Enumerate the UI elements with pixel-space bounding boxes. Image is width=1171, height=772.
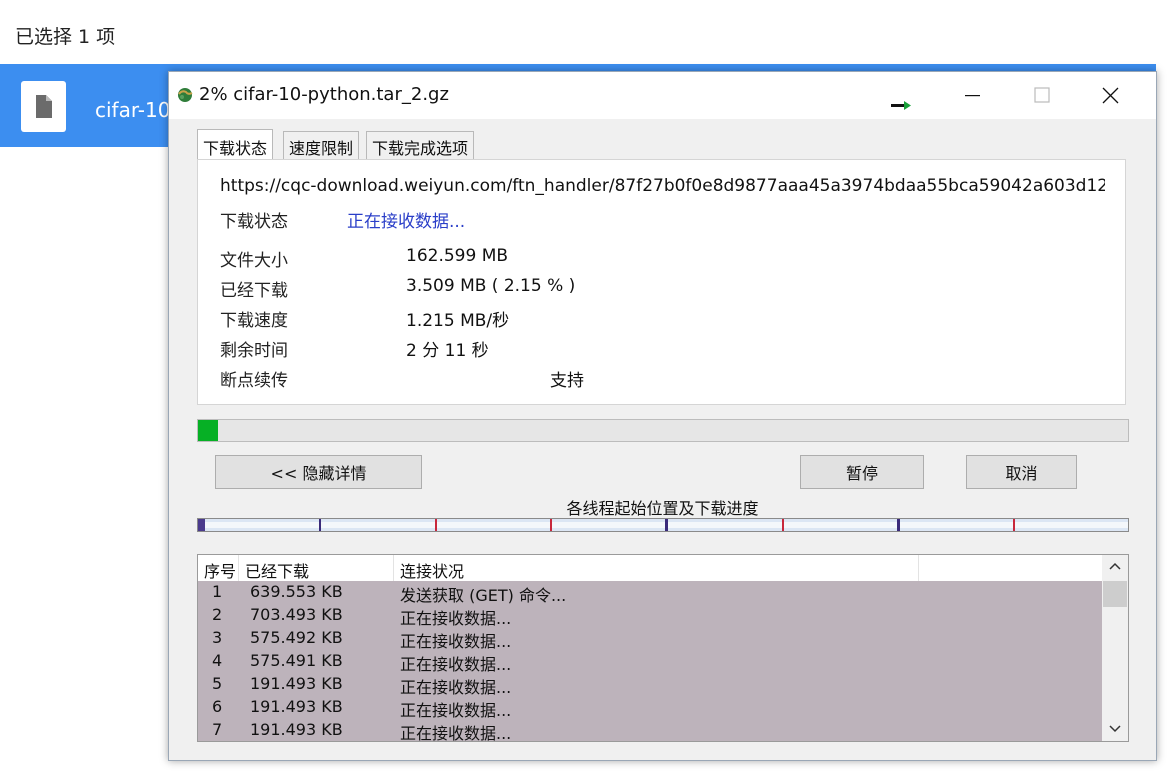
download-dialog: 2% cifar-10-python.tar_2.gz 下载状态 速度限制 下载	[168, 71, 1157, 761]
chevron-down-icon	[1109, 725, 1121, 733]
row-status: 正在接收数据...	[400, 701, 512, 720]
connections-header: 序号 已经下载 连接状况	[198, 555, 1102, 581]
row-index: 3	[212, 628, 223, 647]
thread-progress-bar	[197, 518, 1129, 532]
thread-marker-6	[782, 519, 784, 531]
connections-list[interactable]: 序号 已经下载 连接状况 1 639.553 KB 发送获取 (GET) 命令...…	[197, 554, 1129, 742]
file-name[interactable]: cifar-10-	[95, 98, 178, 122]
table-row[interactable]: 4 575.491 KB 正在接收数据...	[198, 650, 1102, 674]
tab-completion-options[interactable]: 下载完成选项	[366, 131, 475, 159]
close-button[interactable]	[1077, 72, 1147, 119]
maximize-button[interactable]	[1009, 72, 1079, 119]
download-arrow-icon	[891, 96, 913, 115]
file-size-value: 162.599 MB	[406, 246, 509, 266]
download-url: https://cqc-download.weiyun.com/ftn_hand…	[220, 176, 1105, 196]
thread-segment-1	[198, 519, 205, 531]
close-icon	[1102, 87, 1119, 104]
row-downloaded: 703.493 KB	[250, 605, 343, 624]
globe-download-icon	[176, 86, 194, 108]
threads-title: 各线程起始位置及下载进度	[566, 499, 759, 518]
window-title: 2% cifar-10-python.tar_2.gz	[199, 84, 449, 105]
minimize-button[interactable]	[939, 72, 1009, 119]
table-row[interactable]: 1 639.553 KB 发送获取 (GET) 命令...	[198, 581, 1102, 605]
row-downloaded: 639.553 KB	[250, 582, 343, 601]
progress-fill	[198, 420, 218, 441]
row-status: 正在接收数据...	[400, 609, 512, 628]
cancel-button[interactable]: 取消	[966, 455, 1077, 489]
vertical-scrollbar[interactable]	[1102, 555, 1128, 741]
scroll-up-button[interactable]	[1102, 555, 1128, 579]
header-blank	[919, 555, 1102, 581]
scroll-thumb[interactable]	[1103, 581, 1127, 607]
row-status: 发送获取 (GET) 命令...	[400, 586, 567, 605]
connections-rows: 1 639.553 KB 发送获取 (GET) 命令... 2 703.493 KB 正在…	[198, 581, 1102, 742]
remaining-time-label: 剩余时间	[220, 341, 288, 361]
row-downloaded: 575.492 KB	[250, 628, 343, 647]
tab-speed-limit[interactable]: 速度限制	[283, 131, 360, 159]
row-downloaded: 575.491 KB	[250, 651, 343, 670]
header-status[interactable]: 连接状况	[394, 555, 919, 581]
scroll-down-button[interactable]	[1102, 717, 1128, 741]
row-status: 正在接收数据...	[400, 724, 512, 742]
chevron-up-icon	[1109, 562, 1121, 570]
downloaded-label: 已经下载	[220, 281, 288, 301]
speed-value: 1.215 MB/秒	[406, 311, 510, 331]
hide-details-button[interactable]: << 隐藏详情	[215, 455, 422, 489]
status-label: 下载状态	[220, 212, 288, 232]
row-index: 1	[212, 582, 223, 601]
selection-count-text: 已选择 1 项	[15, 26, 116, 48]
maximize-icon	[1034, 87, 1050, 103]
row-index: 6	[212, 697, 223, 716]
thread-marker-8	[1013, 519, 1015, 531]
table-row[interactable]: 2 703.493 KB 正在接收数据...	[198, 604, 1102, 628]
table-row[interactable]: 7 191.493 KB 正在接收数据...	[198, 719, 1102, 742]
title-bar[interactable]: 2% cifar-10-python.tar_2.gz	[169, 72, 1156, 119]
row-status: 正在接收数据...	[400, 632, 512, 651]
table-row[interactable]: 5 191.493 KB 正在接收数据...	[198, 673, 1102, 697]
thread-marker-2	[319, 519, 321, 531]
download-progress-bar	[197, 419, 1129, 442]
row-status: 正在接收数据...	[400, 655, 512, 674]
row-downloaded: 191.493 KB	[250, 697, 343, 716]
minimize-icon	[965, 95, 980, 97]
file-icon	[21, 81, 66, 132]
row-downloaded: 191.493 KB	[250, 674, 343, 693]
pause-button[interactable]: 暂停	[800, 455, 924, 489]
resume-support-value: 支持	[550, 371, 584, 391]
resume-support-label: 断点续传	[220, 371, 288, 391]
remaining-time-value: 2 分 11 秒	[406, 341, 489, 361]
row-index: 4	[212, 651, 223, 670]
row-downloaded: 191.493 KB	[250, 720, 343, 739]
thread-marker-7	[897, 519, 900, 531]
thread-marker-5	[665, 519, 668, 531]
details-panel: https://cqc-download.weiyun.com/ftn_hand…	[197, 159, 1126, 405]
row-index: 2	[212, 605, 223, 624]
header-downloaded[interactable]: 已经下载	[239, 555, 394, 581]
row-status: 正在接收数据...	[400, 678, 512, 697]
tab-download-status[interactable]: 下载状态	[197, 129, 274, 159]
downloaded-value: 3.509 MB ( 2.15 % )	[406, 276, 576, 296]
header-index[interactable]: 序号	[198, 555, 239, 581]
file-size-label: 文件大小	[220, 251, 288, 271]
thread-marker-4	[550, 519, 552, 531]
table-row[interactable]: 3 575.492 KB 正在接收数据...	[198, 627, 1102, 651]
speed-label: 下载速度	[220, 311, 288, 331]
row-index: 5	[212, 674, 223, 693]
row-index: 7	[212, 720, 223, 739]
thread-bar-track	[198, 522, 1128, 528]
thread-marker-3	[435, 519, 437, 531]
status-value: 正在接收数据...	[347, 212, 466, 232]
table-row[interactable]: 6 191.493 KB 正在接收数据...	[198, 696, 1102, 720]
